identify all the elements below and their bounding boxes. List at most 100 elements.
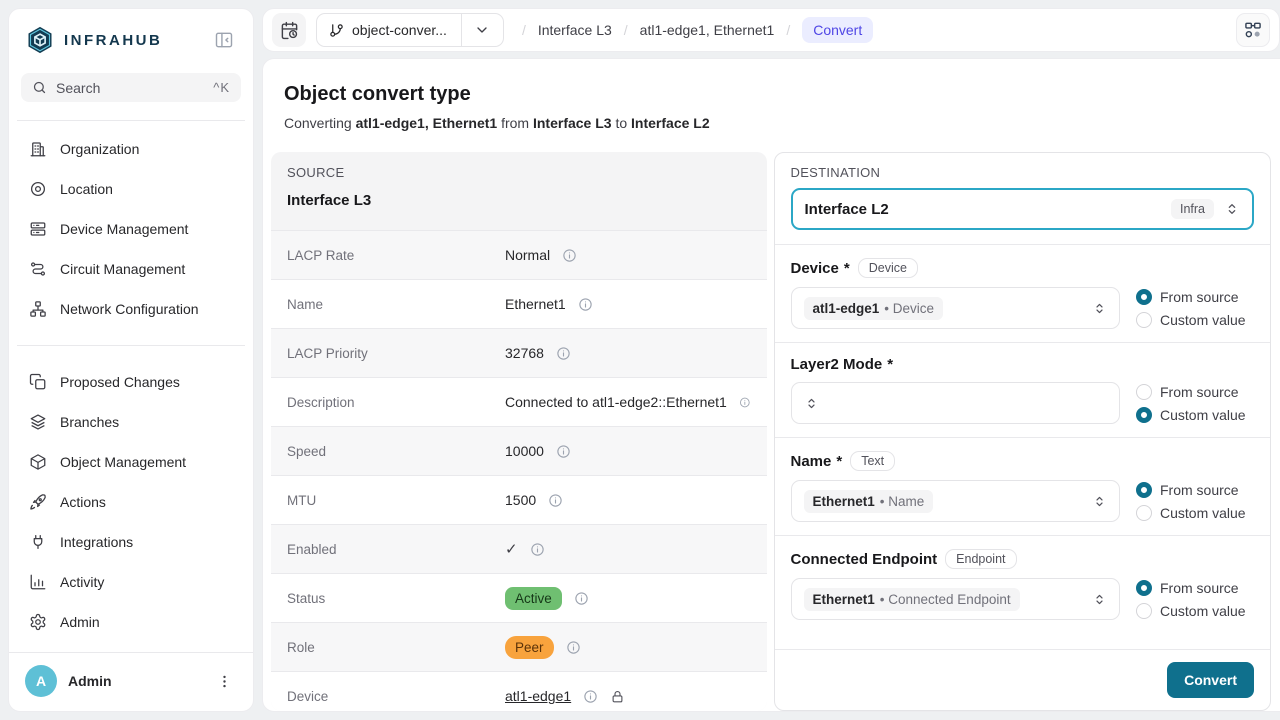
chevrons-up-down-icon <box>1092 301 1107 316</box>
sidebar-item-integrations[interactable]: Integrations <box>21 522 241 562</box>
sidebar-item-activity[interactable]: Activity <box>21 562 241 602</box>
radio-dot <box>1136 407 1152 423</box>
page-header: Object convert type Converting atl1-edge… <box>263 59 1280 131</box>
sidebar-item-label: Location <box>60 181 113 197</box>
time-travel-button[interactable] <box>272 13 306 47</box>
status-badge: Active <box>505 587 562 610</box>
brand-name: INFRAHUB <box>64 32 202 49</box>
breadcrumb-item-convert[interactable]: Convert <box>802 17 873 43</box>
destination-kind-select[interactable]: Interface L2 Infra <box>791 188 1255 230</box>
subtitle-text: to <box>612 115 631 131</box>
info-icon[interactable] <box>574 591 589 606</box>
source-heading: SOURCE <box>287 165 751 180</box>
radio-from-source[interactable]: From source <box>1136 482 1254 498</box>
radio-custom-value[interactable]: Custom value <box>1136 603 1254 619</box>
main-area: object-conver... / Interface L3 / atl1-e… <box>262 8 1280 712</box>
info-icon[interactable] <box>530 542 545 557</box>
search-icon <box>32 80 47 95</box>
search-input[interactable]: Search ^K <box>21 73 241 102</box>
sidebar-item-organization[interactable]: Organization <box>21 129 241 169</box>
field-value-select[interactable]: Ethernet1• Connected Endpoint <box>791 578 1121 620</box>
source-type: Interface L3 <box>287 192 751 209</box>
field-name: Name * Text Ethernet1• Name From source … <box>775 437 1271 535</box>
info-icon[interactable] <box>566 640 581 655</box>
page-subtitle: Converting atl1-edge1, Ethernet1 from In… <box>284 115 1280 131</box>
logo-row: INFRAHUB <box>21 19 241 59</box>
sidebar-item-admin[interactable]: Admin <box>21 602 241 642</box>
sidebar-item-label: Network Configuration <box>60 301 199 317</box>
radio-dot <box>1136 603 1152 619</box>
namespace-badge: Infra <box>1171 199 1214 219</box>
sidebar-item-label: Device Management <box>60 221 188 237</box>
info-icon[interactable] <box>556 346 571 361</box>
radio-from-source[interactable]: From source <box>1136 580 1254 596</box>
map-pin-icon <box>29 180 47 198</box>
sidebar-item-circuit-management[interactable]: Circuit Management <box>21 249 241 289</box>
user-name: Admin <box>68 673 200 689</box>
property-value: Connected to atl1-edge2::Ethernet1 <box>505 394 727 410</box>
field-value-select[interactable]: atl1-edge1• Device <box>791 287 1121 329</box>
field-value-select[interactable]: Ethernet1• Name <box>791 480 1121 522</box>
branch-selector[interactable]: object-conver... <box>316 13 504 47</box>
field-label: Layer2 Mode <box>791 356 883 373</box>
kebab-menu-icon <box>216 673 233 690</box>
sidebar-item-object-management[interactable]: Object Management <box>21 442 241 482</box>
sidebar-item-label: Circuit Management <box>60 261 185 277</box>
radio-custom-value[interactable]: Custom value <box>1136 312 1254 328</box>
divider <box>17 345 245 346</box>
destination-kind-value: Interface L2 <box>805 201 1171 218</box>
convert-button[interactable]: Convert <box>1167 662 1254 698</box>
git-branch-icon <box>329 23 344 38</box>
schema-button[interactable] <box>1236 13 1270 47</box>
property-label: Description <box>287 395 505 410</box>
breadcrumb-separator: / <box>624 22 628 38</box>
info-icon[interactable] <box>562 248 577 263</box>
user-section: A Admin <box>21 642 241 701</box>
radio-label: Custom value <box>1160 407 1246 423</box>
avatar[interactable]: A <box>25 665 57 697</box>
selected-value-pill: Ethernet1• Name <box>804 490 934 513</box>
radio-dot <box>1136 289 1152 305</box>
field-kind-badge: Endpoint <box>945 549 1016 569</box>
radio-from-source[interactable]: From source <box>1136 289 1254 305</box>
sidebar-item-device-management[interactable]: Device Management <box>21 209 241 249</box>
sidebar-item-label: Object Management <box>60 454 186 470</box>
subtitle-to-type: Interface L2 <box>631 115 710 131</box>
radio-dot <box>1136 384 1152 400</box>
sidebar-item-branches[interactable]: Branches <box>21 402 241 442</box>
gear-icon <box>29 613 47 631</box>
info-icon[interactable] <box>583 689 598 704</box>
breadcrumb-item-interface-l3[interactable]: Interface L3 <box>538 22 612 38</box>
property-label: Speed <box>287 444 505 459</box>
value-suffix: • Device <box>884 301 934 316</box>
sidebar-item-label: Admin <box>60 614 100 630</box>
sidebar-item-network-configuration[interactable]: Network Configuration <box>21 289 241 329</box>
subtitle-from-type: Interface L3 <box>533 115 612 131</box>
radio-from-source[interactable]: From source <box>1136 384 1254 400</box>
radio-custom-value[interactable]: Custom value <box>1136 407 1254 423</box>
radio-label: Custom value <box>1160 603 1246 619</box>
field-label: Device <box>791 260 839 277</box>
building-icon <box>29 140 47 158</box>
info-icon[interactable] <box>548 493 563 508</box>
device-link[interactable]: atl1-edge1 <box>505 688 571 704</box>
breadcrumb-item-object[interactable]: atl1-edge1, Ethernet1 <box>640 22 775 38</box>
sidebar-item-proposed-changes[interactable]: Proposed Changes <box>21 362 241 402</box>
info-icon[interactable] <box>739 395 751 410</box>
chevrons-up-down-icon <box>1092 592 1107 607</box>
sidebar-item-label: Branches <box>60 414 119 430</box>
user-menu-button[interactable] <box>211 668 237 694</box>
info-icon[interactable] <box>556 444 571 459</box>
sidebar-item-label: Integrations <box>60 534 133 550</box>
sidebar-collapse-button[interactable] <box>211 27 237 53</box>
field-value-select[interactable] <box>791 382 1121 424</box>
sidebar-item-location[interactable]: Location <box>21 169 241 209</box>
info-icon[interactable] <box>578 297 593 312</box>
sidebar-item-actions[interactable]: Actions <box>21 482 241 522</box>
radio-label: From source <box>1160 289 1239 305</box>
radio-custom-value[interactable]: Custom value <box>1136 505 1254 521</box>
required-indicator: * <box>844 260 850 277</box>
branch-dropdown-toggle[interactable] <box>461 14 503 46</box>
sidebar-item-label: Actions <box>60 494 106 510</box>
property-value: 32768 <box>505 345 544 361</box>
